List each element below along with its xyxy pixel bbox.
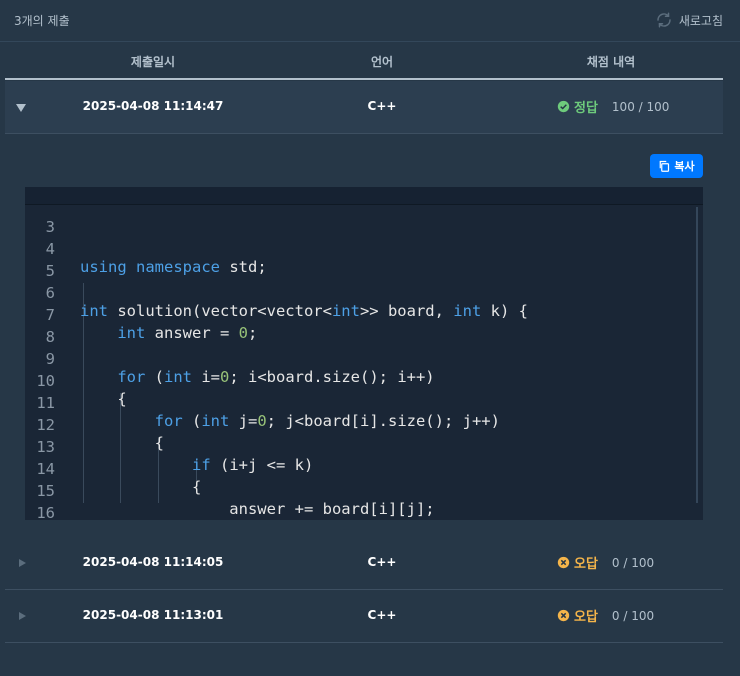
submission-row[interactable]: 2025-04-08 11:14:05 C++ 오답 0 / 100 [5, 537, 723, 590]
status-label: 오답 [574, 557, 598, 572]
code-line: 9 for (int i=0; i<board.size(); i++) [25, 332, 703, 386]
refresh-button[interactable]: 새로고침 [655, 11, 723, 29]
code-line: 8 [25, 310, 703, 346]
x-circle-icon [557, 556, 570, 569]
code-line: 13 if (i+j <= k) [25, 420, 703, 474]
code-line: 14 { [25, 442, 703, 496]
submission-date: 2025-04-08 11:14:47 [82, 99, 224, 113]
submission-date: 2025-04-08 11:14:05 [82, 555, 224, 569]
status-label: 오답 [574, 610, 598, 625]
column-header-language: 언어 [370, 55, 394, 69]
submission-score: 100 / 100 [611, 99, 670, 114]
code-line: 6 int solution(vector<vector<int>> board… [25, 266, 703, 320]
submission-row[interactable]: 2025-04-08 11:14:47 C++ 정답 100 / 100 [5, 81, 723, 134]
submission-date: 2025-04-08 11:13:01 [82, 608, 224, 622]
triangle-right-icon[interactable] [19, 559, 26, 567]
code-line: 15 answer += board[i][j]; [25, 464, 703, 518]
submission-score: 0 / 100 [611, 608, 655, 623]
copy-label: 복사 [674, 160, 695, 173]
submission-language: C++ [367, 555, 397, 569]
refresh-label: 새로고침 [678, 13, 723, 28]
copy-button[interactable]: 복사 [650, 154, 703, 178]
refresh-icon [657, 12, 671, 28]
submission-result: 정답 100 / 100 [557, 97, 669, 116]
line-number: 16 [36, 504, 55, 520]
code-line: 5 [25, 244, 703, 280]
submission-row[interactable]: 2025-04-08 11:13:01 C++ 오답 0 / 100 [5, 590, 723, 643]
triangle-right-icon[interactable] [19, 612, 26, 620]
x-circle-icon [557, 609, 570, 622]
code-line: 3 [25, 200, 703, 236]
copy-icon [660, 160, 670, 172]
code-line: 7 int answer = 0; [25, 288, 703, 342]
submission-header: 3개의 제출 새로고침 [0, 0, 740, 42]
column-header-result: 채점 내역 [586, 55, 636, 69]
triangle-down-icon[interactable] [16, 104, 26, 112]
code-line: 10 { [25, 354, 703, 408]
submission-language: C++ [367, 99, 397, 113]
table-header: 제출일시 언어 채점 내역 [5, 42, 723, 80]
submission-count: 3개의 제출 [14, 14, 70, 28]
code-line: 16 } [25, 486, 703, 520]
submission-result: 오답 0 / 100 [557, 553, 654, 572]
column-header-date: 제출일시 [130, 55, 176, 69]
code-line: 12 { [25, 398, 703, 452]
check-circle-icon [557, 100, 570, 113]
status-label: 정답 [574, 101, 598, 116]
code-viewer[interactable]: 3 4 using namespace std; 5 6 int solutio… [25, 187, 703, 520]
code-line: 11 for (int j=0; j<board[i].size(); j++) [25, 376, 703, 430]
code-line: 4 using namespace std; [25, 222, 703, 276]
submission-result: 오답 0 / 100 [557, 606, 654, 625]
submission-language: C++ [367, 608, 397, 622]
submission-score: 0 / 100 [611, 555, 655, 570]
